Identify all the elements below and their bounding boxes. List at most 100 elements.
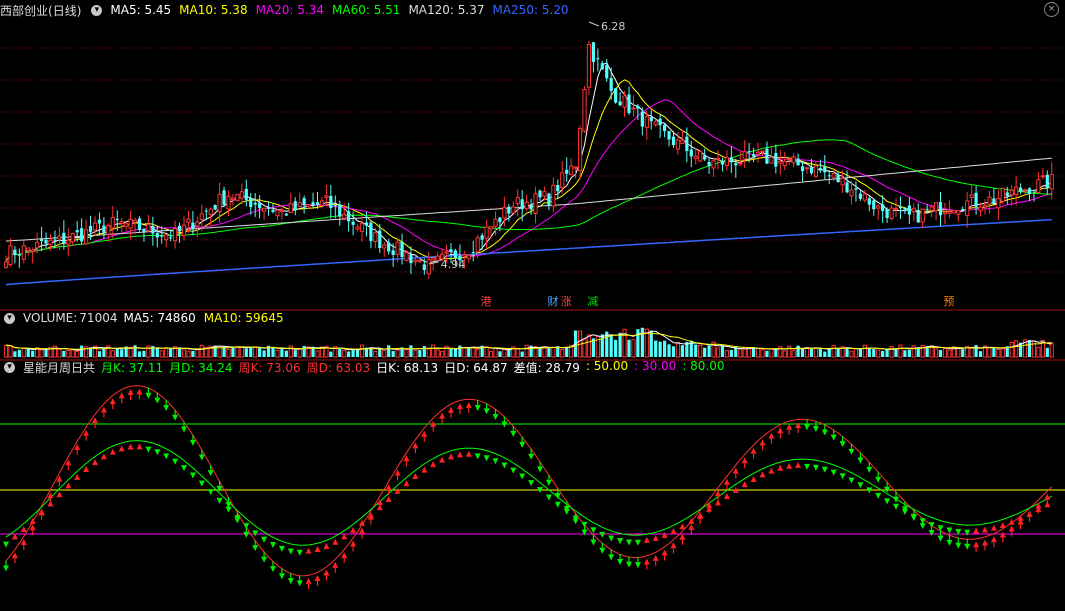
volume-bar	[520, 351, 524, 357]
price-grid	[0, 47, 1065, 273]
monthly-k-arrow	[804, 463, 810, 470]
volume-bar	[484, 346, 489, 358]
volume-bar	[560, 348, 565, 358]
monthly-k-arrow	[172, 458, 179, 465]
candle-body	[933, 202, 939, 212]
weekly-k-arrow	[181, 426, 187, 433]
candle-body	[471, 252, 475, 254]
monthly-k-arrow	[723, 493, 730, 500]
weekly-k-arrow	[510, 430, 517, 437]
volume-bar	[538, 348, 542, 357]
monthly-k-arrow	[118, 445, 125, 452]
volume-bar	[898, 344, 903, 358]
candle-body	[569, 165, 574, 176]
event-markers[interactable]: 港 财涨 减 预	[481, 294, 955, 308]
weekly-k-arrow	[127, 388, 134, 395]
candle-body	[854, 188, 858, 190]
volume-bar	[449, 348, 453, 357]
candle-body	[778, 160, 783, 164]
candle-body	[938, 202, 943, 216]
indicator-value: : 80.00	[682, 358, 725, 373]
indicator-value: MA250: 5.20	[492, 3, 569, 17]
volume-bar	[586, 334, 592, 358]
candle-body	[475, 237, 480, 253]
candle-body	[132, 219, 138, 223]
monthly-k-arrow	[145, 446, 152, 453]
volume-bar	[404, 349, 409, 358]
volume-bar	[373, 350, 378, 358]
candle-body	[823, 166, 827, 173]
candle-body	[560, 172, 565, 189]
candle-body	[319, 200, 325, 206]
candle-body	[992, 198, 996, 204]
volume-bar	[422, 346, 426, 357]
volume-bar	[636, 329, 640, 357]
volume-bar	[680, 345, 684, 357]
candle-body	[1009, 189, 1014, 196]
candle-body	[311, 202, 315, 206]
candle-body	[279, 209, 284, 213]
candle-body	[947, 211, 952, 214]
candle-body	[724, 157, 729, 166]
candle-body	[804, 167, 810, 170]
event-marker[interactable]: 财	[547, 294, 558, 308]
volume-bars[interactable]	[3, 327, 1054, 358]
weekly-k-arrow	[465, 401, 472, 408]
candlesticks[interactable]	[3, 40, 1054, 279]
candle-body	[734, 163, 738, 166]
close-icon[interactable]: ×	[1044, 2, 1059, 17]
stock-chart[interactable]: 6.28 4.94 港 财涨 减 预	[0, 0, 1065, 611]
monthly-k-arrow	[332, 538, 339, 545]
monthly-k-arrow	[456, 451, 463, 458]
weekly-k-arrow	[688, 523, 695, 530]
candle-body	[110, 217, 115, 229]
volume-bar	[760, 348, 765, 358]
candle-body	[391, 250, 395, 255]
monthly-k-arrow	[465, 450, 472, 457]
candle-body	[347, 211, 351, 222]
candle-body	[969, 194, 974, 199]
volume-bar	[831, 345, 836, 358]
weekly-k-arrow	[118, 392, 125, 399]
monthly-k-arrow	[768, 467, 775, 474]
event-marker[interactable]: 港	[481, 295, 492, 308]
candle-body	[17, 254, 21, 256]
monthly-k-arrow	[519, 473, 526, 480]
candle-body	[813, 165, 818, 178]
candle-body	[484, 226, 489, 239]
event-marker[interactable]: 涨	[561, 295, 572, 308]
chevron-down-icon[interactable]: ▾	[4, 312, 15, 324]
weekly-k-arrow	[955, 542, 962, 549]
candle-body	[1045, 174, 1049, 189]
monthly-k-arrow	[296, 549, 303, 556]
candle-body	[636, 105, 640, 109]
monthly-k-arrow	[385, 495, 392, 502]
candle-body	[364, 222, 369, 226]
candle-body	[556, 185, 560, 192]
chevron-down-icon[interactable]: ▾	[4, 361, 15, 373]
chevron-down-icon[interactable]: ▾	[91, 4, 103, 16]
weekly-k-arrow	[332, 561, 339, 568]
volume-bar	[297, 348, 302, 358]
monthly-k-arrow	[261, 536, 268, 543]
monthly-k-arrow	[181, 465, 187, 472]
volume-bar	[284, 350, 288, 357]
candle-body	[404, 252, 409, 261]
candle-body	[809, 167, 814, 174]
kdj-indicator[interactable]	[0, 385, 1065, 589]
monthly-k-arrow	[127, 443, 134, 450]
indicator-value: 差值: 28.79	[513, 360, 580, 375]
volume-bar	[39, 349, 44, 358]
volume-bar	[409, 345, 413, 357]
candle-body	[222, 190, 226, 205]
candle-body	[515, 197, 520, 205]
candle-body	[524, 201, 529, 210]
volume-bar	[475, 348, 480, 358]
volume-bar	[547, 348, 551, 357]
event-marker[interactable]: 减	[587, 295, 598, 308]
monthly-k-arrow	[750, 475, 757, 482]
monthly-k-arrow	[287, 548, 294, 555]
monthly-k-arrow	[305, 547, 312, 554]
candle-body	[306, 204, 311, 207]
event-marker[interactable]: 预	[943, 295, 954, 308]
